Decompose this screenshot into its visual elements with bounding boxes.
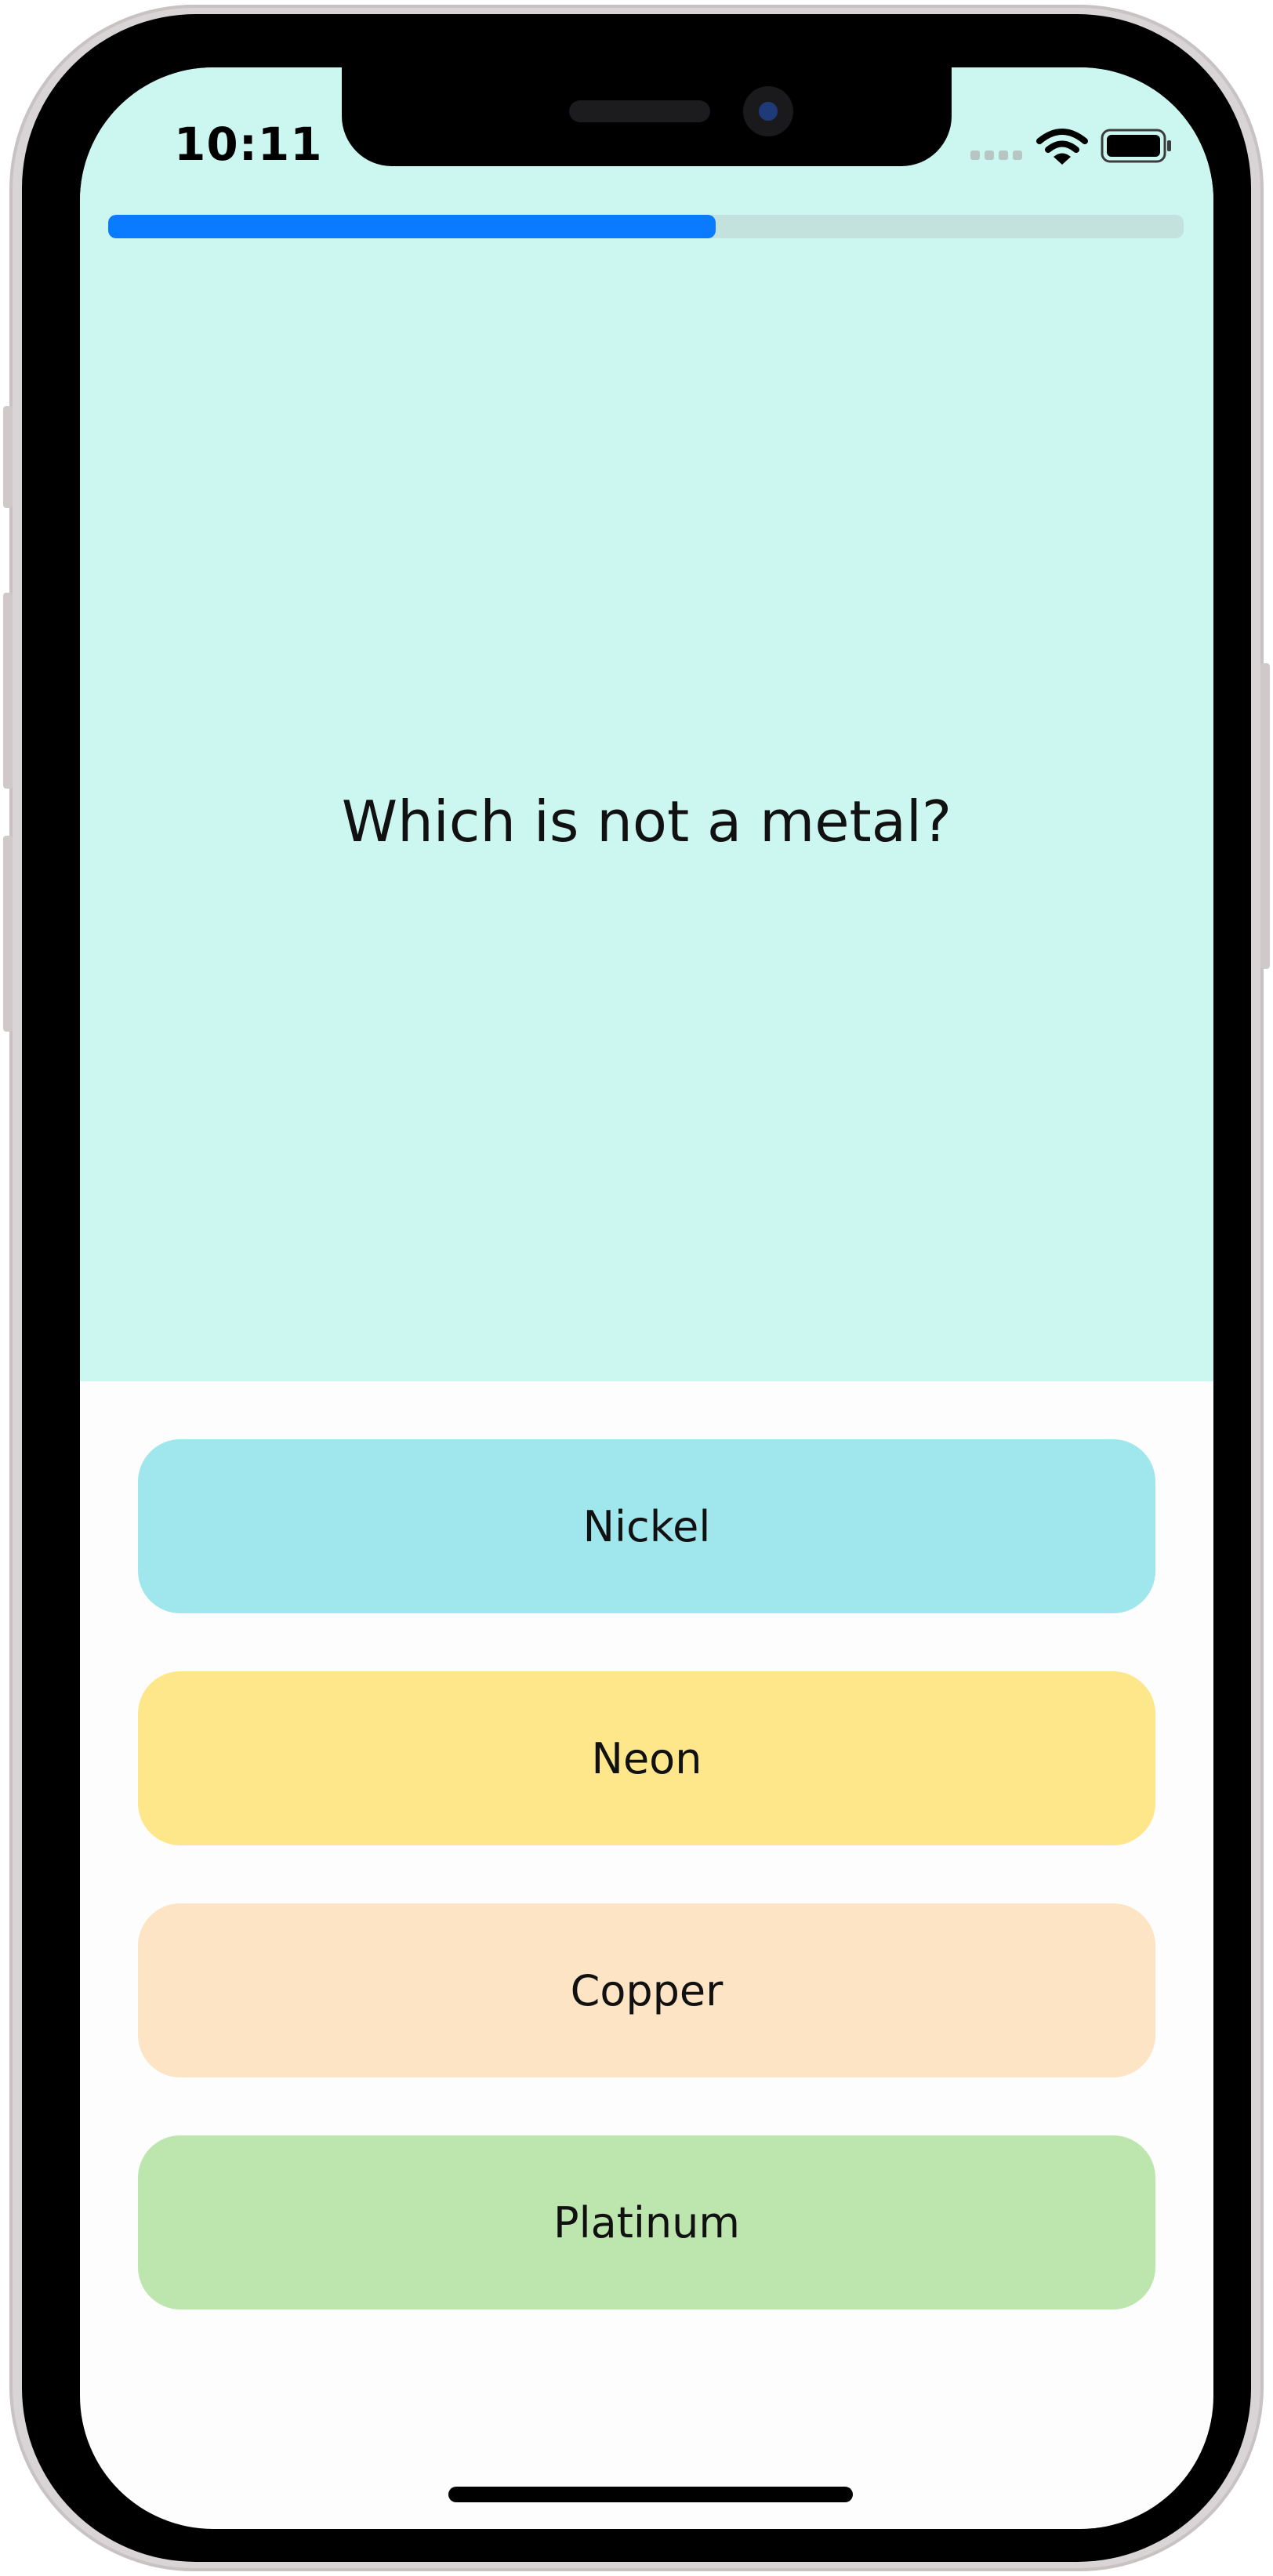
answer-button-copper[interactable]: Copper [138, 1903, 1155, 2077]
volume-down-button [3, 836, 13, 1032]
mute-switch [3, 406, 13, 508]
answer-button-nickel[interactable]: Nickel [138, 1439, 1155, 1613]
app-screen: 10:11 Which is not a metal? Nickel Neon … [80, 67, 1213, 2529]
quiz-progress-fill [108, 215, 716, 238]
home-indicator[interactable] [448, 2487, 853, 2502]
question-panel: 10:11 Which is not a metal? [80, 67, 1213, 1381]
answer-button-neon[interactable]: Neon [138, 1671, 1155, 1845]
status-time: 10:11 [174, 118, 323, 171]
quiz-progress-bar [108, 215, 1184, 238]
wifi-icon [1036, 129, 1088, 165]
cellular-signal-icon [970, 151, 1022, 160]
speaker-grille [569, 100, 710, 122]
question-text: Which is not a metal? [341, 789, 952, 854]
power-button [1260, 663, 1270, 969]
volume-up-button [3, 593, 13, 789]
phone-bezel: 10:11 Which is not a metal? Nickel Neon … [22, 14, 1251, 2562]
device-notch [342, 67, 952, 166]
battery-icon [1101, 129, 1171, 163]
answer-button-platinum[interactable]: Platinum [138, 2135, 1155, 2309]
phone-frame: 10:11 Which is not a metal? Nickel Neon … [3, 5, 1270, 2571]
answer-list: Nickel Neon Copper Platinum [138, 1439, 1155, 2367]
front-camera [743, 86, 793, 136]
